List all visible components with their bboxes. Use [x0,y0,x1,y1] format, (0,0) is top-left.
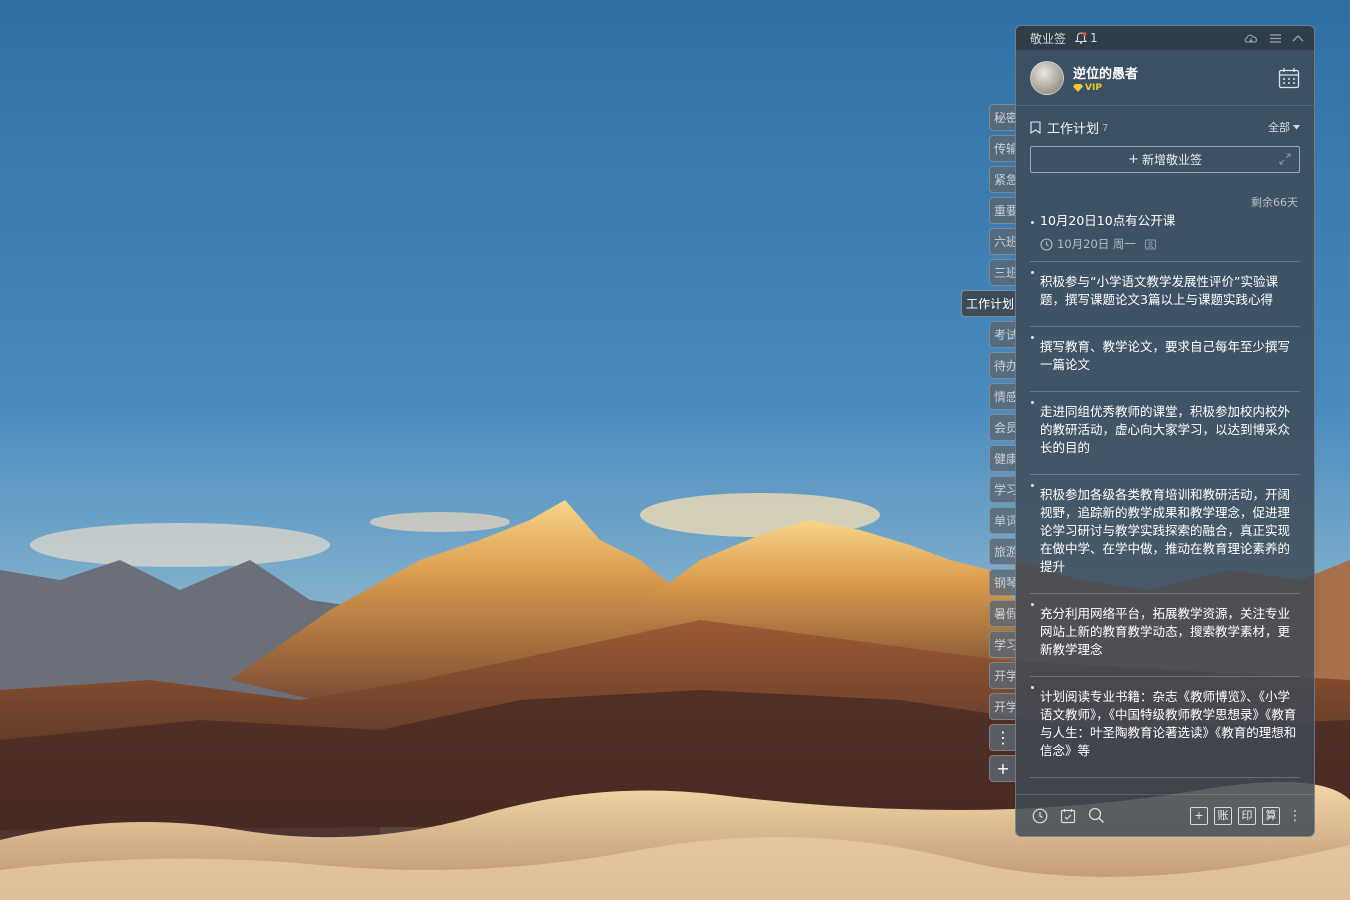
user-profile[interactable]: 逆位的愚者 VIP [1016,50,1314,106]
filter-label: 全部 [1268,121,1290,134]
diamond-icon [1073,83,1083,92]
vip-badge: VIP [1073,83,1138,93]
collapse-icon[interactable] [1292,34,1304,42]
side-tab[interactable]: 传输 [989,135,1016,162]
side-tab[interactable]: 健康 [989,445,1016,472]
caret-down-icon [1293,124,1300,129]
note-text: 充分利用网络平台，拓展教学资源，关注专业网站上新的教育教学动态，搜索教学素材，更… [1040,606,1291,657]
side-tab[interactable]: 紧急 [989,166,1016,193]
side-tab[interactable]: 单词 [989,507,1016,534]
side-tab[interactable]: 学习 [989,476,1016,503]
vip-label: VIP [1085,82,1102,93]
side-tab[interactable]: 钢琴 [989,569,1016,596]
user-name: 逆位的愚者 [1073,66,1139,82]
add-note-label: 新增敬业签 [1141,153,1202,167]
search-icon[interactable] [1088,807,1105,824]
days-remaining: 剩余66天 [1251,196,1298,209]
note-text: 积极参与“小学语文教学发展性评价”实验课题，撰写课题论文3篇以上与课题实践心得 [1040,274,1278,307]
note-item[interactable]: 积极参加各级各类教育培训和教研活动，开阔视野，追踪新的教学成果和教学理念，促进理… [1030,475,1300,594]
clock-icon[interactable] [1032,808,1048,824]
side-tab[interactable]: 考试 [989,321,1016,348]
side-tab[interactable]: 六班 [989,228,1016,255]
print-button[interactable]: 印 [1238,806,1256,825]
cloud-sync-icon[interactable] [1243,32,1259,44]
notes-panel: 敬业签 1 逆位的愚者 VIP 工作计划 7 全部 + 新增敬业签 剩余66天 … [1015,25,1315,837]
add-note-button[interactable]: + 新增敬业签 [1030,146,1300,173]
note-item[interactable]: 充分利用网络平台，拓展教学资源，关注专业网站上新的教育教学动态，搜索教学素材，更… [1030,594,1300,677]
clock-icon [1040,237,1053,251]
bell-icon [1074,32,1088,44]
avatar[interactable] [1030,60,1064,95]
side-tab[interactable]: 重要 [989,197,1016,224]
note-item[interactable]: 撰写教育、教学论文，要求自己每年至少撰写一篇论文 [1030,327,1300,392]
side-tab[interactable]: 待办 [989,352,1016,379]
calendar-icon[interactable] [1278,67,1300,89]
list-header: 工作计划 7 全部 [1016,110,1314,144]
side-tab[interactable]: 开学 [989,693,1016,720]
note-item[interactable]: 走进同组优秀教师的课堂，积极参加校内校外的教研活动，虚心向大家学习，以达到博采众… [1030,392,1300,475]
side-tab[interactable]: 三班 [989,259,1016,286]
list-title: 工作计划 [1047,121,1100,137]
side-tab[interactable]: 工作计划 [961,290,1016,317]
ledger-button[interactable]: 账 [1214,806,1232,825]
note-item[interactable]: 积极参与“小学语文教学发展性评价”实验课题，撰写课题论文3篇以上与课题实践心得 [1030,262,1300,327]
notification-bell[interactable]: 1 [1074,31,1098,45]
list-count: 7 [1102,123,1109,134]
add-tab-button[interactable]: + [989,755,1016,782]
plus-icon: + [1128,152,1139,167]
note-text: 10月20日10点有公开课 [1040,213,1176,228]
note-reminder: 10月20日 周一 [1040,236,1300,252]
note-text: 走进同组优秀教师的课堂，积极参加校内校外的教研活动，虚心向大家学习，以达到博采众… [1040,404,1291,455]
side-tab[interactable]: 学习 [989,631,1016,658]
side-tab[interactable]: 秘密 [989,104,1016,131]
filter-dropdown[interactable]: 全部 [1268,119,1300,135]
bookmark-icon [1030,120,1041,134]
panel-titlebar[interactable]: 敬业签 1 [1016,26,1314,50]
side-tab[interactable]: 开学 [989,662,1016,689]
alarm-icon [1144,239,1156,250]
side-tab[interactable]: 旅游 [989,538,1016,565]
menu-icon[interactable] [1269,33,1282,44]
note-text: 撰写教育、教学论文，要求自己每年至少撰写一篇论文 [1040,339,1291,372]
expand-icon[interactable] [1279,153,1291,165]
note-item[interactable]: 10月20日10点有公开课 10月20日 周一 [1030,212,1300,262]
app-title: 敬业签 [1030,31,1067,46]
note-text: 计划阅读专业书籍：杂志《教师博览》、《小学语文教师》，《中国特级教师教学思想录》… [1040,689,1297,758]
note-item[interactable]: 计划阅读专业书籍：杂志《教师博览》、《小学语文教师》，《中国特级教师教学思想录》… [1030,677,1300,778]
notes-list: 10月20日10点有公开课 10月20日 周一 积极参与“小学语文教学发展性评价… [1016,212,1314,778]
checklist-icon[interactable] [1060,808,1076,824]
more-options-icon[interactable]: ⋮ [1288,808,1302,824]
side-tab[interactable]: 会员 [989,414,1016,441]
note-text: 积极参加各级各类教育培训和教研活动，开阔视野，追踪新的教学成果和教学理念，促进理… [1040,487,1291,574]
panel-toolbar: + 账 印 算 ⋮ [1016,794,1314,836]
category-tab-strip: 秘密 传输 紧急 重要 六班 三班 工作计划 考试 待办 情感 会员 健康 学习 单词 旅游 钢琴 暑假 学习 开学… [960,104,1016,784]
new-item-button[interactable]: + [1190,806,1208,825]
side-tab[interactable]: 情感 [989,383,1016,410]
note-date: 10月20日 周一 [1057,237,1136,251]
side-tab[interactable]: 暑假 [989,600,1016,627]
notification-count: 1 [1090,31,1098,45]
calculator-button[interactable]: 算 [1262,806,1280,825]
more-tabs-button[interactable]: ⋮ [989,724,1016,751]
